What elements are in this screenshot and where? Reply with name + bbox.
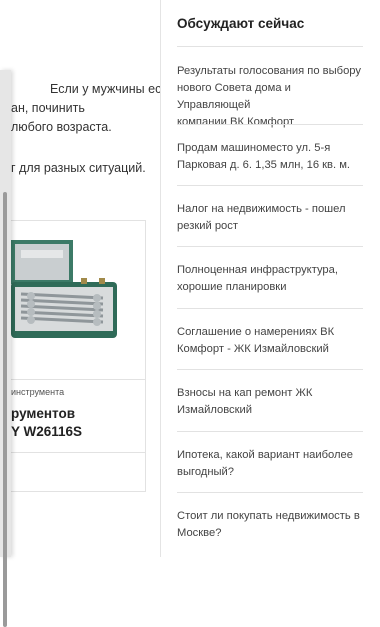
sidebar-divider <box>177 124 363 125</box>
article-line: любого возраста. <box>11 120 112 134</box>
sidebar-divider <box>177 431 363 432</box>
discussions-sidebar: Обсуждают сейчас Результаты голосования … <box>160 0 380 557</box>
discussion-link-line: Ипотека, какой вариант наиболее <box>177 449 353 461</box>
product-category: инструмента <box>11 387 65 397</box>
discussion-link-line: Полноценная инфраструктура, <box>177 264 338 276</box>
discussion-link-line: Налог на недвижимость - пошел <box>177 203 346 215</box>
discussion-link[interactable]: Результаты голосования по выбору нового … <box>177 63 365 131</box>
discussion-link-line: Стоит ли покупать недвижимость в <box>177 510 360 522</box>
sidebar-divider <box>177 185 363 186</box>
discussion-link-line: нового Совета дома и Управляющей <box>177 82 291 111</box>
discussion-link[interactable]: Взносы на кап ремонт ЖК Измайловский <box>177 385 365 419</box>
discussion-link[interactable]: Полноценная инфраструктура, хорошие план… <box>177 262 365 296</box>
sidebar-title: Обсуждают сейчас <box>177 16 305 31</box>
discussion-link-line: резкий рост <box>177 220 238 232</box>
article-line: ан, починить <box>11 101 85 115</box>
discussion-link-line: Москве? <box>177 527 222 539</box>
discussion-link[interactable]: Продам машиноместо ул. 5-я Парковая д. 6… <box>177 140 365 174</box>
sidebar-divider <box>177 246 363 247</box>
article-line: г для разных ситуаций. <box>11 161 146 175</box>
discussion-link-line: хорошие планировки <box>177 281 287 293</box>
product-title-line: Y W26116S <box>11 424 83 439</box>
product-title-line: рументов <box>11 406 76 421</box>
discussion-link[interactable]: Соглашение о намерениях ВК Комфорт - ЖК … <box>177 324 365 358</box>
sidebar-divider <box>177 308 363 309</box>
discussion-link[interactable]: Стоит ли покупать недвижимость в Москве? <box>177 508 365 542</box>
discussion-link-line: Соглашение о намерениях ВК <box>177 326 335 338</box>
scrollbar-thumb[interactable] <box>3 192 7 627</box>
discussion-link-line: Результаты голосования по выбору <box>177 65 361 77</box>
discussion-link[interactable]: Ипотека, какой вариант наиболее выгодный… <box>177 447 365 481</box>
product-divider <box>11 452 146 453</box>
article-pane: Если у мужчины есть ан, починить любого … <box>0 0 174 557</box>
sidebar-divider <box>177 492 363 493</box>
product-divider <box>11 379 146 380</box>
discussion-link-line: Продам машиноместо ул. 5-я <box>177 142 331 154</box>
scrollbar[interactable] <box>0 70 11 627</box>
discussion-link-line: Комфорт - ЖК Измайловский <box>177 343 329 355</box>
discussion-link-line: выгодный? <box>177 466 235 478</box>
wrench-set-case-icon <box>11 232 117 340</box>
sidebar-divider <box>177 369 363 370</box>
product-title[interactable]: рументов Y W26116S <box>11 405 143 441</box>
discussion-link-line: Парковая д. 6. 1,35 млн, 16 кв. м. <box>177 159 351 171</box>
sidebar-divider <box>177 46 363 47</box>
discussion-link-line: Измайловский <box>177 404 253 416</box>
discussion-link[interactable]: Налог на недвижимость - пошел резкий рос… <box>177 201 365 235</box>
discussion-link-line: Взносы на кап ремонт ЖК <box>177 387 313 399</box>
discussion-link-line: компании ВК Комфорт <box>177 116 295 128</box>
